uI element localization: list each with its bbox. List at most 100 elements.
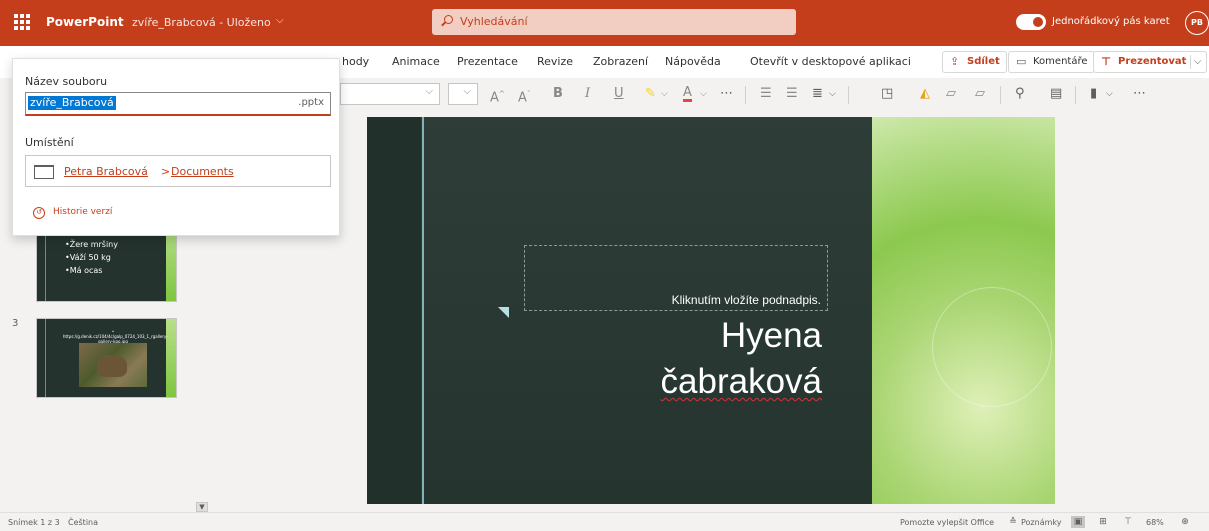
file-info-panel: Název souboru zvíře_Brabcová .pptx Umíst… <box>12 58 340 236</box>
share-icon: ⇪ <box>950 55 960 68</box>
font-color-icon[interactable]: A <box>683 86 692 102</box>
present-button[interactable]: ⊤ Prezentovat ⌵ <box>1093 51 1208 73</box>
slide-title[interactable]: Hyena čabraková <box>661 313 822 405</box>
tab-view[interactable]: Zobrazení <box>593 55 648 68</box>
avatar[interactable]: PB <box>1185 11 1209 35</box>
chevron-down-icon: ⌵ <box>463 86 471 97</box>
notes-icon[interactable]: ≙ <box>1006 516 1020 528</box>
language-indicator[interactable]: Čeština <box>68 518 98 527</box>
subtitle-placeholder-text: Kliknutím vložíte podnadpis. <box>671 293 821 307</box>
find-icon[interactable]: ⚲ <box>1015 86 1025 102</box>
share-button[interactable]: ⇪ Sdílet <box>942 51 1007 73</box>
chevron-down-icon[interactable]: ⌵ <box>1106 86 1113 102</box>
bullets-icon[interactable]: ☰ <box>760 86 772 102</box>
dictate-icon[interactable]: ▮ <box>1090 86 1097 102</box>
thumbnail-link-text: • https://g.denik.cz/104/4c/galp_0724_10… <box>63 329 168 344</box>
share-label: Sdílet <box>967 56 1000 67</box>
chevron-down-icon[interactable]: ⌵ <box>700 86 707 102</box>
subtitle-placeholder[interactable]: Kliknutím vložíte podnadpis. <box>524 245 828 311</box>
slide-triangle-decoration <box>498 307 509 318</box>
thumbnail-bullets: •Žere mršiny •Váží 50 kg •Má ocas <box>65 238 118 277</box>
highlight-icon[interactable]: ✎ <box>645 86 656 102</box>
designer-icon[interactable]: ▤ <box>1050 86 1062 102</box>
slide-number: 3 <box>12 318 19 329</box>
zoom-level[interactable]: 68% <box>1146 518 1164 527</box>
open-in-desktop-app-link[interactable]: Otevřít v desktopové aplikaci <box>750 55 911 68</box>
feedback-link[interactable]: Pomozte vylepšit Office <box>900 518 994 527</box>
present-dropdown-chevron-icon[interactable]: ⌵ <box>1194 52 1202 72</box>
tab-transitions[interactable]: hody <box>342 55 369 68</box>
scroll-down-icon[interactable]: ▼ <box>196 502 208 512</box>
status-bar: Snímek 1 z 3 Čeština Pomozte vylepšit Of… <box>0 512 1209 531</box>
numbering-icon[interactable]: ☰ <box>786 86 798 102</box>
hyena-photo <box>79 343 147 387</box>
tab-review[interactable]: Revize <box>537 55 573 68</box>
search-icon <box>444 15 453 24</box>
thumbnail-bullet: •Má ocas <box>65 266 103 275</box>
simplified-ribbon-label: Jednořádkový pás karet <box>1052 16 1170 27</box>
font-family-select[interactable]: ⌵ <box>340 83 440 105</box>
fit-slide-icon[interactable]: ⊕ <box>1178 516 1192 528</box>
slide-green-decoration <box>872 117 1055 504</box>
present-icon: ⊤ <box>1101 55 1112 68</box>
search-placeholder: Vyhledávání <box>460 15 528 28</box>
decrease-font-icon[interactable]: Aˇ <box>518 86 530 106</box>
shape-effects-icon[interactable]: ▱ <box>975 86 985 102</box>
tab-slideshow[interactable]: Prezentace <box>457 55 518 68</box>
bold-icon[interactable]: B <box>553 86 563 102</box>
slide-counter: Snímek 1 z 3 <box>8 518 60 527</box>
shape-outline-icon[interactable]: ▱ <box>946 86 956 102</box>
shape-fill-icon[interactable]: ◭ <box>920 86 930 102</box>
thumbnail-bullet: •Váží 50 kg <box>65 253 111 262</box>
version-history-link[interactable]: Historie verzí <box>53 207 112 217</box>
location-user-link[interactable]: Petra Brabcová <box>64 165 148 178</box>
align-icon[interactable]: ≣ <box>812 86 823 102</box>
underline-icon[interactable]: U <box>614 86 624 102</box>
present-label: Prezentovat <box>1118 56 1187 67</box>
increase-font-icon[interactable]: A^ <box>490 86 505 106</box>
document-name[interactable]: zvíře_Brabcová - Uloženo <box>132 16 271 29</box>
thumbnail-bullet: •Žere mršiny <box>65 240 118 249</box>
comments-label: Komentáře <box>1033 56 1088 67</box>
toolbar-divider <box>848 86 849 104</box>
comment-icon: ▭ <box>1016 55 1027 68</box>
tab-help[interactable]: Nápověda <box>665 55 721 68</box>
title-line-2: čabraková <box>660 362 822 401</box>
search-box[interactable]: Vyhledávání <box>432 9 796 35</box>
simplified-ribbon-toggle[interactable] <box>1016 14 1046 30</box>
italic-icon[interactable]: I <box>585 86 590 102</box>
folder-icon <box>34 165 54 179</box>
comments-button[interactable]: ▭ Komentáře <box>1008 51 1095 73</box>
more-options-icon[interactable]: ⋯ <box>720 86 733 102</box>
more-commands-icon[interactable]: ⋯ <box>1133 86 1146 102</box>
file-name-label: Název souboru <box>25 75 108 88</box>
slide-canvas[interactable]: Kliknutím vložíte podnadpis. Hyena čabra… <box>367 117 1055 504</box>
history-icon[interactable]: ↺ <box>33 207 45 219</box>
toolbar-divider <box>745 86 746 104</box>
shapes-icon[interactable]: ◳ <box>881 86 893 102</box>
powerpoint-window: PowerPoint zvíře_Brabcová - Uloženo ⌵ Vy… <box>0 0 1209 531</box>
normal-view-icon[interactable]: ▣ <box>1071 516 1085 528</box>
reading-view-icon[interactable]: ⊤ <box>1121 516 1135 528</box>
file-name-input[interactable]: zvíře_Brabcová .pptx <box>25 92 331 116</box>
slide-thumbnail-3[interactable]: • https://g.denik.cz/104/4c/galp_0724_10… <box>36 318 177 398</box>
app-name[interactable]: PowerPoint <box>46 15 124 29</box>
font-size-select[interactable]: ⌵ <box>448 83 478 105</box>
chevron-down-icon: ⌵ <box>425 86 433 97</box>
app-launcher-icon[interactable] <box>14 14 30 30</box>
toolbar-divider <box>1000 86 1001 104</box>
file-name-value: zvíře_Brabcová <box>28 96 116 110</box>
file-extension: .pptx <box>298 97 324 108</box>
chevron-down-icon[interactable]: ⌵ <box>829 86 836 102</box>
location-folder-link[interactable]: Documents <box>171 165 234 178</box>
present-divider <box>1190 55 1192 69</box>
toolbar-divider <box>1075 86 1076 104</box>
location-label: Umístění <box>25 136 74 149</box>
notes-button[interactable]: Poznámky <box>1021 518 1061 527</box>
title-bar: PowerPoint zvíře_Brabcová - Uloženo ⌵ Vy… <box>0 0 1209 46</box>
chevron-down-icon[interactable]: ⌵ <box>661 86 668 102</box>
document-name-chevron-icon[interactable]: ⌵ <box>276 15 284 26</box>
slide-sorter-icon[interactable]: ⊞ <box>1096 516 1110 528</box>
tab-animations[interactable]: Animace <box>392 55 440 68</box>
title-line-1: Hyena <box>720 316 822 355</box>
